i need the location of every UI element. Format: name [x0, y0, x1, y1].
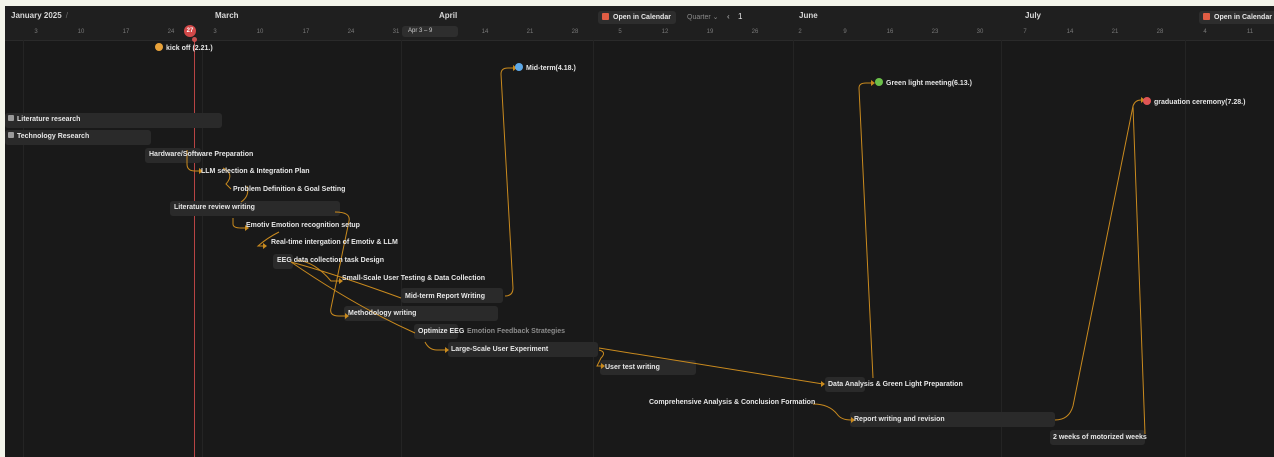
task-label-user-test-writing[interactable]: User test writing — [605, 363, 660, 373]
timeline-view: January 2025/ March April June July Open… — [5, 6, 1274, 457]
dependency-arrow — [232, 218, 245, 229]
dependency-arrow — [500, 67, 514, 297]
task-label-methodology[interactable]: Methodology writing — [348, 309, 416, 319]
party-icon — [1143, 97, 1151, 105]
blue-heart-icon — [515, 63, 523, 71]
task-label-optimize-eeg[interactable]: Optimize EEG — [418, 327, 464, 337]
task-label-hardware-software[interactable]: Hardware/Software Preparation — [149, 150, 253, 160]
task-label-problem-definition[interactable]: Problem Definition & Goal Setting — [233, 185, 345, 195]
arrow-head — [263, 243, 267, 249]
task-label-small-scale-testing[interactable]: Small-Scale User Testing & Data Collecti… — [342, 274, 485, 284]
task-label-realtime-integration[interactable]: Real-time intergation of Emotiv & LLM — [271, 238, 398, 248]
milestone-midterm[interactable]: Mid-term(4.18.) — [515, 63, 576, 74]
task-label-emotion-feedback[interactable]: Emotion Feedback Strategies — [467, 327, 565, 337]
task-label-motorized-weeks[interactable]: 2 weeks of motorized weeks — [1053, 433, 1147, 443]
toggle-icon[interactable] — [8, 115, 14, 121]
smiley-icon — [155, 43, 163, 51]
green-heart-icon — [875, 78, 883, 86]
arrow-head — [821, 381, 825, 387]
dependency-arrow — [1132, 105, 1146, 435]
task-label-technology-research[interactable]: Technology Research — [8, 132, 89, 142]
task-label-comprehensive-analysis[interactable]: Comprehensive Analysis & Conclusion Form… — [649, 398, 815, 408]
task-label-literature-review[interactable]: Literature review writing — [174, 203, 255, 213]
dependency-arrow — [812, 403, 852, 421]
task-label-data-analysis[interactable]: Data Analysis & Green Light Preparation — [828, 380, 963, 390]
milestone-green-light[interactable]: Green light meeting(6.13.) — [875, 78, 972, 89]
task-label-large-scale[interactable]: Large-Scale User Experiment — [451, 345, 548, 355]
task-label-eeg-task-design[interactable]: EEG data collection task Design — [277, 256, 384, 266]
dependency-links — [186, 65, 1146, 435]
task-label-midterm-report[interactable]: Mid-term Report Writing — [405, 292, 485, 302]
dependency-arrow — [290, 261, 416, 334]
milestone-kickoff[interactable]: kick off (2.21.) — [155, 43, 213, 54]
milestone-graduation[interactable]: graduation ceremony(7.28.) — [1143, 97, 1245, 108]
dependency-arrow — [596, 349, 605, 367]
task-label-literature-research[interactable]: Literature research — [8, 115, 80, 125]
dependency-arrow — [424, 341, 445, 351]
dependency-arrow — [1054, 99, 1142, 421]
arrow-head — [445, 347, 449, 353]
task-label-llm-selection[interactable]: LLM selection & Integration Plan — [201, 167, 310, 177]
toggle-icon[interactable] — [8, 132, 14, 138]
task-label-emotiv-setup[interactable]: Emotiv Emotion recognition setup — [246, 221, 360, 231]
dependency-arrow — [858, 82, 874, 379]
task-label-report-writing[interactable]: Report writing and revision — [854, 415, 945, 425]
